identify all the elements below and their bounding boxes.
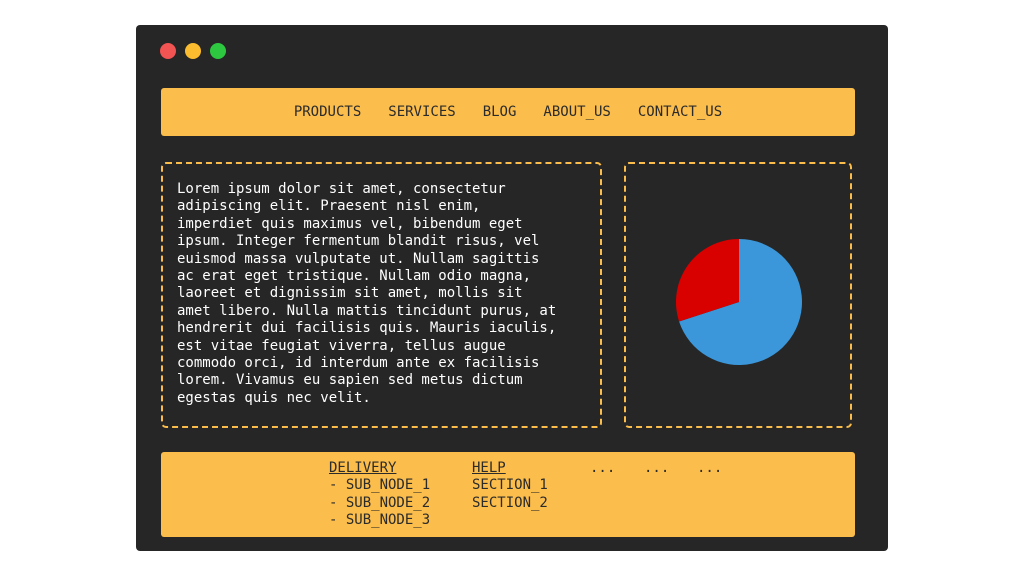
footer-link[interactable]: SECTION_1 [472,477,548,494]
text-panel: Lorem ipsum dolor sit amet, consectetur … [161,162,602,428]
nav-link-blog[interactable]: BLOG [483,104,517,120]
footer-ellipsis: ... [644,460,670,476]
window-controls [160,43,226,59]
maximize-dot-icon[interactable] [210,43,226,59]
body-paragraph: Lorem ipsum dolor sit amet, consectetur … [177,181,557,406]
footer-link[interactable]: - SUB_NODE_3 [329,512,430,529]
footer-link[interactable]: - SUB_NODE_2 [329,495,430,512]
nav-link-products[interactable]: PRODUCTS [294,104,361,120]
footer-link[interactable]: SECTION_2 [472,495,548,512]
nav-link-contact-us[interactable]: CONTACT_US [638,104,722,120]
footer-heading-delivery[interactable]: DELIVERY [329,460,430,477]
nav-link-about-us[interactable]: ABOUT_US [543,104,610,120]
footer-ellipsis: ... [590,460,616,476]
footer-column-help: HELP SECTION_1 SECTION_2 [472,460,548,512]
footer: DELIVERY - SUB_NODE_1 - SUB_NODE_2 - SUB… [161,452,855,537]
nav-link-services[interactable]: SERVICES [388,104,455,120]
footer-heading-help[interactable]: HELP [472,460,548,477]
chart-panel [624,162,852,428]
footer-ellipsis: ... [697,460,723,476]
nav-bar: PRODUCTS SERVICES BLOG ABOUT_US CONTACT_… [161,88,855,136]
browser-window: PRODUCTS SERVICES BLOG ABOUT_US CONTACT_… [136,25,888,551]
minimize-dot-icon[interactable] [185,43,201,59]
pie-chart [676,239,802,365]
footer-column-delivery: DELIVERY - SUB_NODE_1 - SUB_NODE_2 - SUB… [329,460,430,530]
close-dot-icon[interactable] [160,43,176,59]
footer-link[interactable]: - SUB_NODE_1 [329,477,430,494]
